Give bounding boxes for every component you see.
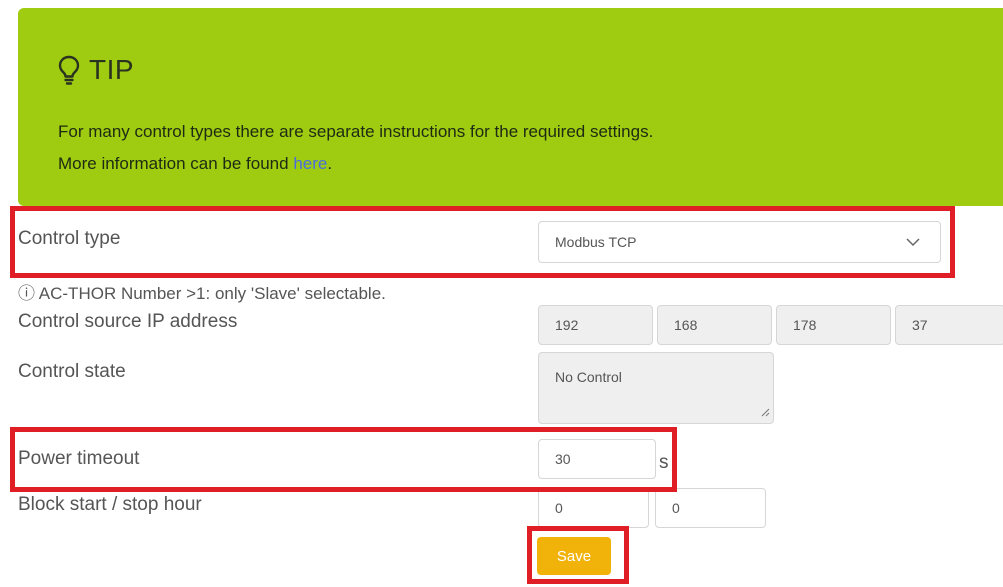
resize-handle-icon[interactable]	[761, 404, 770, 420]
tip-text-line-2: More information can be found here.	[58, 154, 332, 174]
ip-octet-2-value: 168	[674, 317, 698, 333]
block-stop-value: 0	[672, 500, 680, 516]
tip-text-prefix: More information can be found	[58, 154, 294, 173]
tip-title: TIP	[89, 54, 135, 85]
ip-octet-3-value: 178	[793, 317, 817, 333]
block-start-value: 0	[555, 500, 563, 516]
control-source-ip-label: Control source IP address	[18, 311, 238, 332]
ip-octet-3: 178	[776, 305, 891, 345]
block-hours-label: Block start / stop hour	[18, 494, 202, 515]
ip-octet-1-value: 192	[555, 317, 579, 333]
highlight-save	[527, 526, 629, 584]
lightbulb-icon	[58, 55, 80, 85]
block-stop-input[interactable]: 0	[655, 488, 766, 528]
ac-thor-hint: ⓘ AC-THOR Number >1: only 'Slave' select…	[18, 284, 386, 303]
tip-text-line-1: For many control types there are separat…	[58, 122, 654, 141]
control-state-label: Control state	[18, 361, 126, 382]
block-start-input[interactable]: 0	[538, 488, 649, 528]
ip-octet-4: 37	[895, 305, 1003, 345]
control-state-value: No Control	[555, 369, 622, 385]
ip-octet-1: 192	[538, 305, 653, 345]
tip-here-link[interactable]: here	[293, 154, 327, 173]
ip-octet-4-value: 37	[912, 317, 928, 333]
tip-banner: TIP For many control types there are sep…	[18, 8, 1003, 206]
highlight-power-timeout	[10, 427, 677, 492]
highlight-control-type	[10, 206, 955, 278]
tip-header: TIP	[58, 54, 134, 86]
control-state-textarea: No Control	[538, 352, 774, 424]
ip-octet-2: 168	[657, 305, 772, 345]
tip-text-suffix: .	[327, 154, 333, 173]
